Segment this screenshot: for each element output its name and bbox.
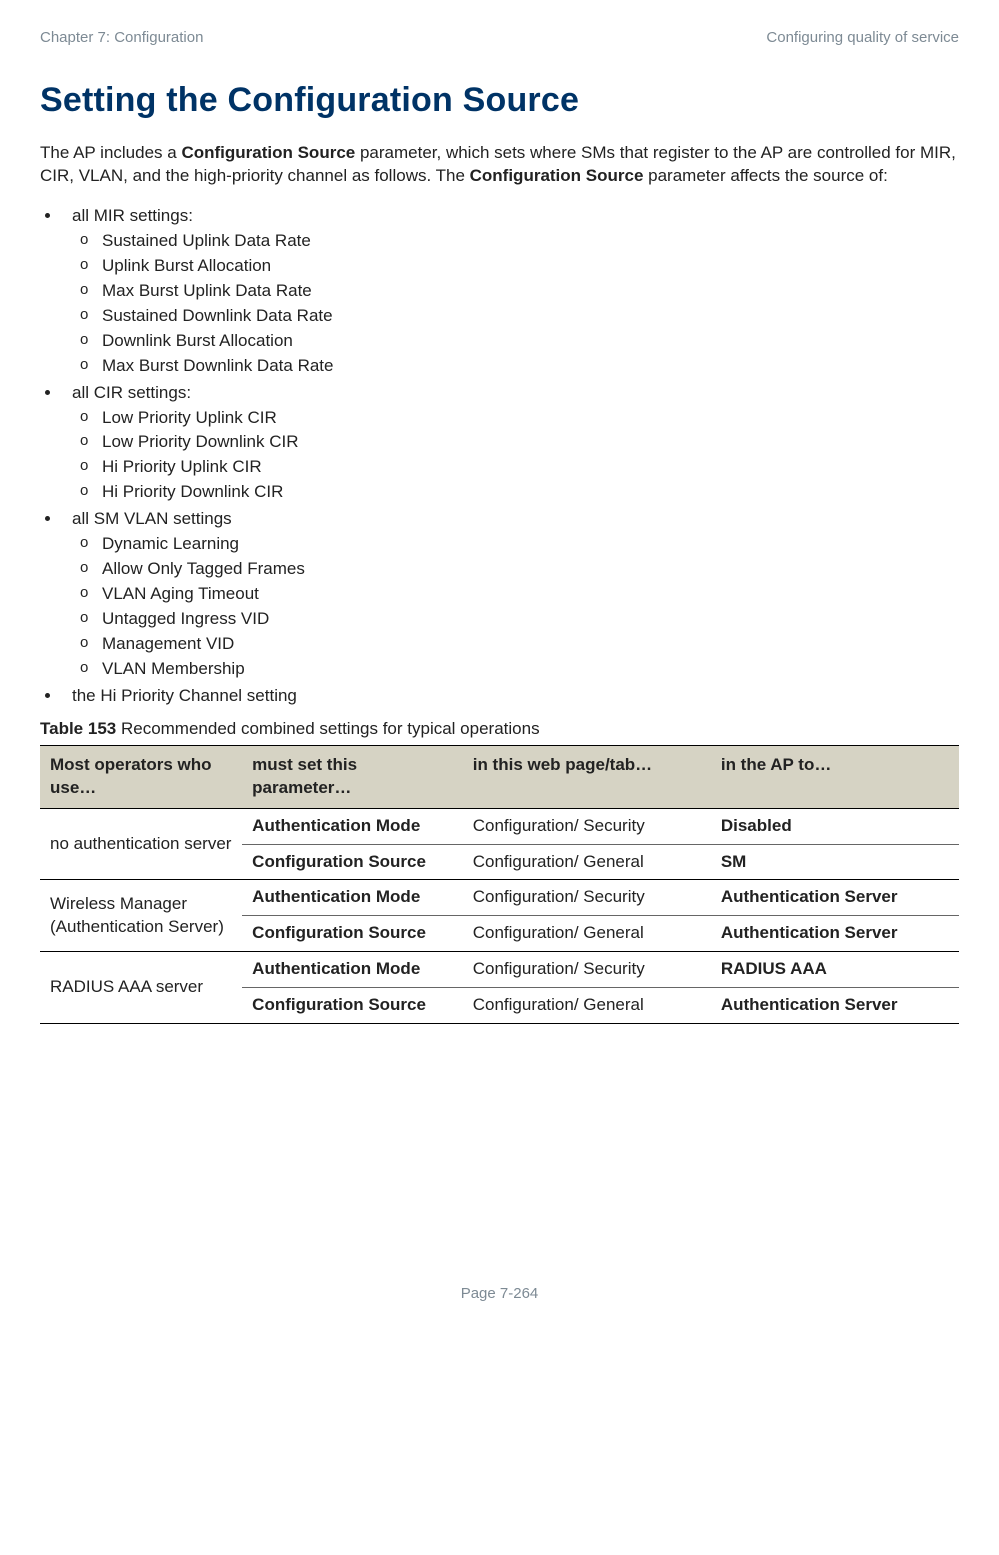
header-right: Configuring quality of service [766,28,959,48]
bullet-text: all MIR settings: [72,206,193,225]
cell-val: RADIUS AAA [711,952,959,988]
settings-table: Most operators who use… must set this pa… [40,745,959,1025]
col-header: must set this parameter… [242,745,463,808]
table-row: no authentication server Authentication … [40,808,959,844]
intro-bold-2: Configuration Source [470,166,644,185]
cell-val: SM [711,844,959,880]
sub-item: Uplink Burst Allocation [102,255,959,278]
cell-page: Configuration/ Security [463,880,711,916]
header-left: Chapter 7: Configuration [40,28,203,48]
sub-item: Sustained Downlink Data Rate [102,305,959,328]
table-caption: Table 153 Recommended combined settings … [40,718,959,741]
cell-page: Configuration/ Security [463,808,711,844]
cell-param: Configuration Source [242,988,463,1024]
cell-page: Configuration/ Security [463,952,711,988]
cell-val: Authentication Server [711,880,959,916]
table-row: RADIUS AAA server Authentication Mode Co… [40,952,959,988]
intro-text: The AP includes a [40,143,181,162]
cell-page: Configuration/ General [463,844,711,880]
row-group: Wireless Manager (Authentication Server) [40,880,242,952]
cell-param: Authentication Mode [242,880,463,916]
sub-item: Untagged Ingress VID [102,608,959,631]
sub-item: Sustained Uplink Data Rate [102,230,959,253]
cell-val: Authentication Server [711,916,959,952]
bullet-item: all CIR settings: Low Priority Uplink CI… [62,382,959,505]
sub-item: VLAN Aging Timeout [102,583,959,606]
cell-page: Configuration/ General [463,988,711,1024]
cell-param: Configuration Source [242,844,463,880]
sub-item: Hi Priority Downlink CIR [102,481,959,504]
sub-item: Hi Priority Uplink CIR [102,456,959,479]
cell-param: Authentication Mode [242,808,463,844]
bullet-item: all MIR settings: Sustained Uplink Data … [62,205,959,378]
bullet-text: all CIR settings: [72,383,191,402]
intro-text-3: parameter affects the source of: [643,166,887,185]
bullet-item: the Hi Priority Channel setting [62,685,959,708]
bullet-text: all SM VLAN settings [72,509,232,528]
page-title: Setting the Configuration Source [40,78,959,124]
bullet-text: the Hi Priority Channel setting [72,686,297,705]
sub-item: Max Burst Uplink Data Rate [102,280,959,303]
col-header: in this web page/tab… [463,745,711,808]
bullet-list: all MIR settings: Sustained Uplink Data … [40,205,959,708]
sub-item: Low Priority Downlink CIR [102,431,959,454]
table-header-row: Most operators who use… must set this pa… [40,745,959,808]
sub-list: Sustained Uplink Data Rate Uplink Burst … [72,230,959,378]
sub-item: VLAN Membership [102,658,959,681]
col-header: in the AP to… [711,745,959,808]
table-caption-text: Recommended combined settings for typica… [116,719,539,738]
sub-item: Allow Only Tagged Frames [102,558,959,581]
row-group: RADIUS AAA server [40,952,242,1024]
intro-paragraph: The AP includes a Configuration Source p… [40,142,959,188]
page-header: Chapter 7: Configuration Configuring qua… [40,28,959,48]
cell-page: Configuration/ General [463,916,711,952]
cell-param: Authentication Mode [242,952,463,988]
sub-list: Low Priority Uplink CIR Low Priority Dow… [72,407,959,505]
cell-val: Disabled [711,808,959,844]
sub-item: Dynamic Learning [102,533,959,556]
row-group: no authentication server [40,808,242,880]
table-row: Wireless Manager (Authentication Server)… [40,880,959,916]
col-header: Most operators who use… [40,745,242,808]
sub-item: Management VID [102,633,959,656]
table-label: Table 153 [40,719,116,738]
bullet-item: all SM VLAN settings Dynamic Learning Al… [62,508,959,681]
cell-val: Authentication Server [711,988,959,1024]
intro-bold-1: Configuration Source [181,143,355,162]
sub-item: Max Burst Downlink Data Rate [102,355,959,378]
page-footer: Page 7-264 [40,1284,959,1304]
cell-param: Configuration Source [242,916,463,952]
sub-item: Downlink Burst Allocation [102,330,959,353]
sub-item: Low Priority Uplink CIR [102,407,959,430]
sub-list: Dynamic Learning Allow Only Tagged Frame… [72,533,959,681]
